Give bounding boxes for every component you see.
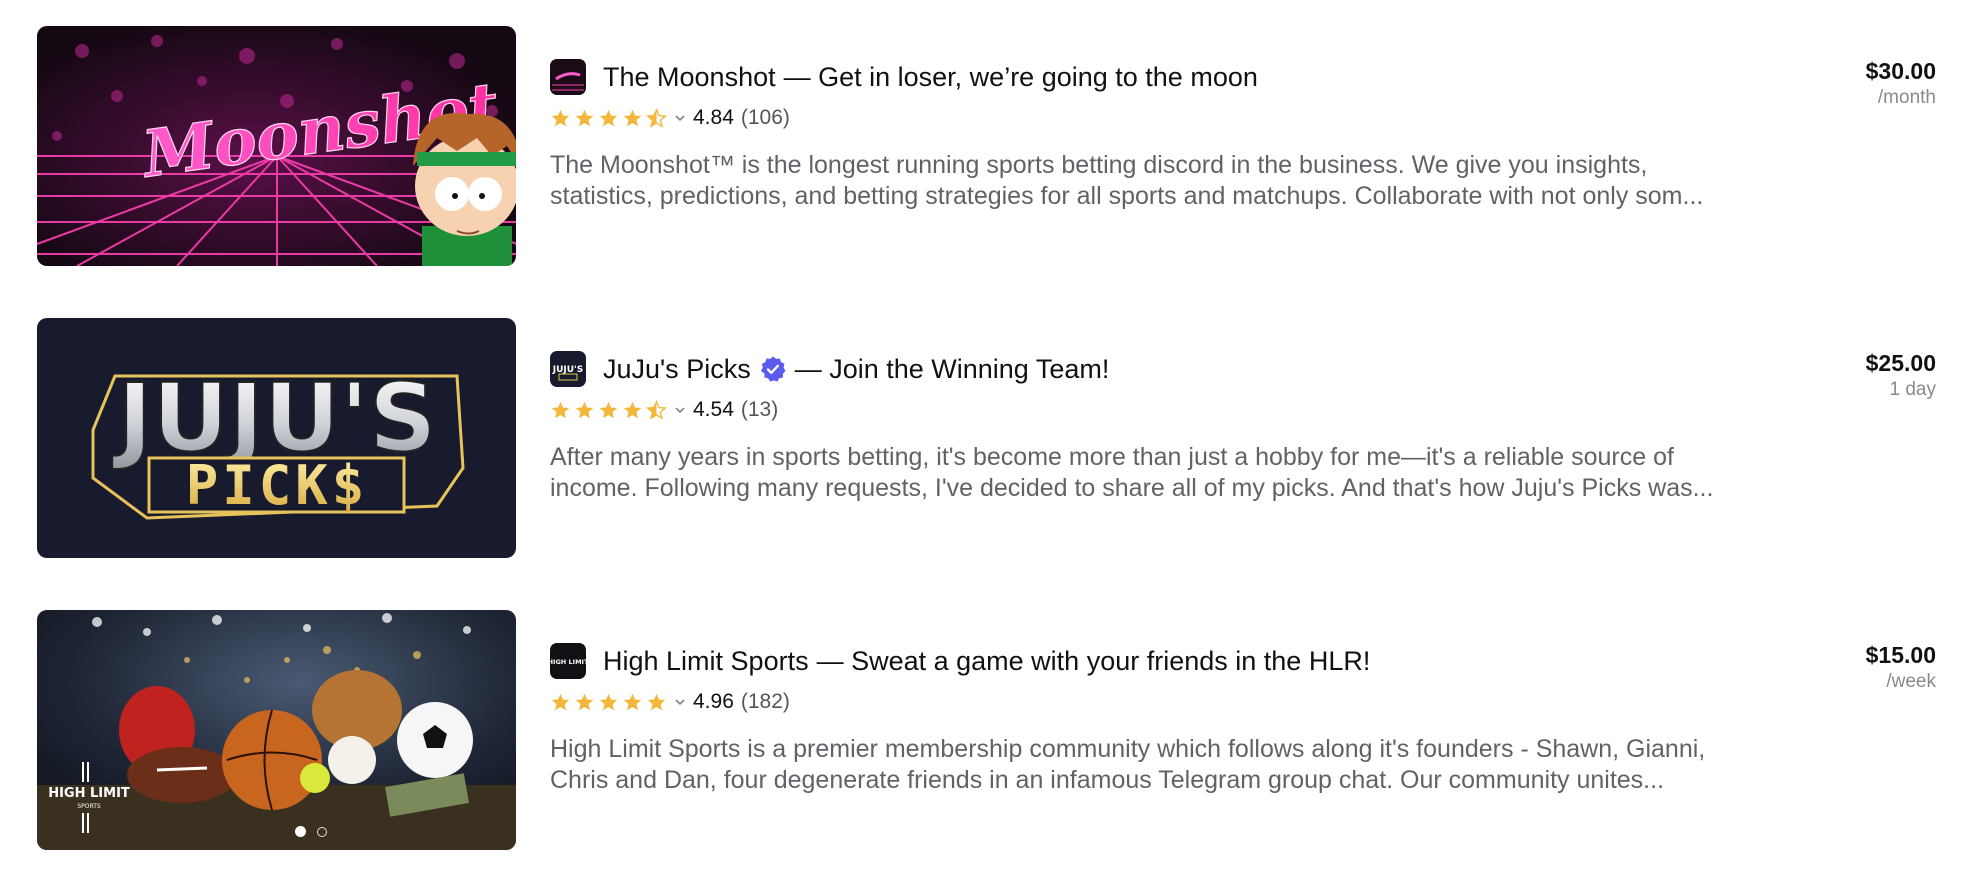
half-star-icon — [646, 107, 667, 129]
listing-card[interactable]: Moonshot The Moonshot — Get in loser, we… — [0, 26, 1976, 266]
listing-title[interactable]: The Moonshot — [603, 62, 776, 93]
listing-tagline: — Sweat a game with your friends in the … — [816, 645, 1371, 676]
high-limit-logo-icon: HIGH LIMIT — [550, 643, 586, 679]
rating-score: 4.96 — [693, 690, 734, 713]
star-icon — [598, 692, 619, 713]
svg-text:HIGH LIMIT: HIGH LIMIT — [48, 786, 130, 801]
carousel-dot-active[interactable] — [295, 826, 306, 837]
listing-description: After many years in sports betting, it's… — [550, 443, 1714, 502]
listing-description: High Limit Sports is a premier membershi… — [550, 735, 1706, 794]
price-box: $30.00 /month — [1866, 58, 1936, 109]
listing-title[interactable]: High Limit Sports — [603, 646, 809, 677]
svg-text:PICK$: PICK$ — [186, 454, 369, 517]
half-star-icon — [646, 399, 667, 421]
price: $30.00 — [1865, 58, 1936, 84]
carousel-dot[interactable] — [317, 826, 327, 837]
review-count: (106) — [740, 106, 790, 129]
listing-thumbnail[interactable]: Moonshot — [37, 26, 516, 266]
star-rating — [550, 692, 670, 713]
star-rating — [550, 399, 670, 421]
listing-tagline: — Get in loser, we’re going to the moon — [783, 61, 1258, 92]
price: $15.00 — [1865, 642, 1936, 668]
price-box: $15.00 /week — [1866, 642, 1936, 693]
carousel-indicator — [295, 826, 338, 837]
star-icon — [550, 400, 571, 421]
listing-card[interactable]: HIGH LIMIT SPORTS HIGH LIMIT High Limit … — [0, 610, 1976, 850]
star-icon — [574, 400, 595, 421]
listing-description: The Moonshot™ is the longest running spo… — [550, 151, 1704, 210]
rating[interactable]: 4.96 (182) — [550, 687, 1820, 717]
rating-score: 4.84 — [693, 106, 734, 129]
moonshot-logo-icon — [550, 59, 586, 95]
review-count: (13) — [740, 398, 779, 421]
star-icon — [550, 108, 571, 129]
rating-score: 4.54 — [693, 398, 734, 421]
svg-text:SPORTS: SPORTS — [77, 803, 101, 810]
star-icon — [622, 108, 643, 129]
listing-thumbnail[interactable]: HIGH LIMIT SPORTS — [37, 610, 516, 850]
verified-badge-icon — [759, 355, 787, 383]
review-count: (182) — [740, 690, 790, 713]
price: $25.00 — [1865, 350, 1936, 376]
jujus-picks-logo-icon: JUJU'S — [550, 351, 586, 387]
star-icon — [574, 692, 595, 713]
svg-text:HIGH LIMIT: HIGH LIMIT — [550, 658, 586, 666]
star-icon — [574, 108, 595, 129]
star-icon — [646, 692, 667, 713]
rating[interactable]: 4.84 (106) — [550, 103, 1820, 133]
star-icon — [598, 108, 619, 129]
rating[interactable]: 4.54 (13) — [550, 395, 1820, 425]
star-rating — [550, 107, 670, 129]
chevron-down-icon[interactable] — [673, 695, 687, 709]
star-icon — [550, 692, 571, 713]
listing-card[interactable]: JUJU'S PICK$ JUJU'S JuJu's Picks — Join … — [0, 318, 1976, 558]
star-icon — [598, 400, 619, 421]
price-box: $25.00 1 day — [1866, 350, 1936, 401]
star-icon — [622, 692, 643, 713]
billing-period: 1 day — [1889, 379, 1936, 400]
star-icon — [622, 400, 643, 421]
billing-period: /month — [1877, 87, 1936, 108]
listing-title[interactable]: JuJu's Picks — [603, 354, 751, 385]
listing-thumbnail[interactable]: JUJU'S PICK$ — [37, 318, 516, 558]
chevron-down-icon[interactable] — [673, 403, 687, 417]
chevron-down-icon[interactable] — [673, 111, 687, 125]
listing-tagline: — Join the Winning Team! — [794, 353, 1110, 384]
billing-period: /week — [1886, 671, 1936, 692]
listing-list: Moonshot The Moonshot — Get in loser, we… — [0, 0, 1976, 884]
